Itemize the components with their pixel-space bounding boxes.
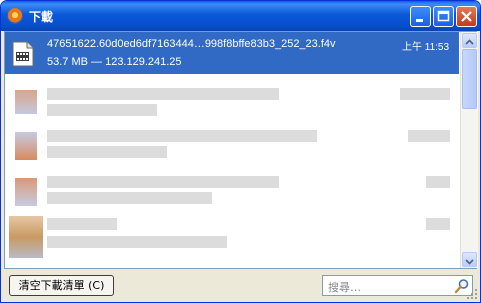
blurred-text xyxy=(47,192,212,204)
clear-list-button[interactable]: 清空下載清單 (C) xyxy=(9,275,114,296)
maximize-icon xyxy=(437,10,450,22)
download-filename: 47651622.60d0ed6df7163444…998f8bffe83b3_… xyxy=(47,38,336,50)
scroll-thumb[interactable] xyxy=(462,49,477,109)
arrow-up-icon xyxy=(465,39,474,45)
download-item-selected[interactable]: 47651622.60d0ed6df7163444…998f8bffe83b3_… xyxy=(5,32,459,74)
blurred-icon xyxy=(15,90,37,114)
blurred-text xyxy=(47,104,157,116)
download-list[interactable]: 47651622.60d0ed6df7163444…998f8bffe83b3_… xyxy=(4,31,478,269)
search-placeholder: 搜尋… xyxy=(328,281,361,294)
blurred-text xyxy=(47,146,167,158)
blurred-text xyxy=(400,88,450,100)
blurred-text xyxy=(47,130,317,142)
resize-grip-icon[interactable] xyxy=(466,288,478,300)
close-button[interactable] xyxy=(456,6,477,27)
blurred-text xyxy=(408,130,450,142)
footer-bar: 清空下載清單 (C) 搜尋… xyxy=(1,269,480,302)
blurred-text xyxy=(47,218,117,230)
vertical-scrollbar[interactable] xyxy=(460,32,478,268)
blurred-text xyxy=(426,218,450,230)
blurred-icon xyxy=(15,178,37,206)
blurred-text xyxy=(47,236,227,248)
scroll-down-button[interactable] xyxy=(462,252,477,267)
blurred-text xyxy=(426,176,450,188)
download-size-source: 53.7 MB — 123.129.241.25 xyxy=(47,56,182,68)
arrow-down-icon xyxy=(465,259,474,265)
maximize-button[interactable] xyxy=(433,6,454,27)
blurred-icon xyxy=(9,216,43,258)
minimize-icon xyxy=(416,19,423,22)
minimize-button[interactable] xyxy=(410,6,431,27)
blurred-text xyxy=(47,88,279,100)
blurred-text xyxy=(47,176,279,188)
blurred-icon xyxy=(15,132,37,160)
title-bar: 下載 xyxy=(1,1,480,31)
scroll-up-button[interactable] xyxy=(462,33,477,48)
window-title: 下載 xyxy=(29,10,54,24)
firefox-icon xyxy=(7,8,23,24)
video-file-icon xyxy=(12,41,34,67)
search-input[interactable]: 搜尋… xyxy=(322,275,473,296)
downloads-window: 下載 47651622.60d0ed6df7163444…998f8bffe83… xyxy=(0,0,481,303)
close-icon xyxy=(461,11,472,22)
download-time: 上午 11:53 xyxy=(402,42,450,53)
